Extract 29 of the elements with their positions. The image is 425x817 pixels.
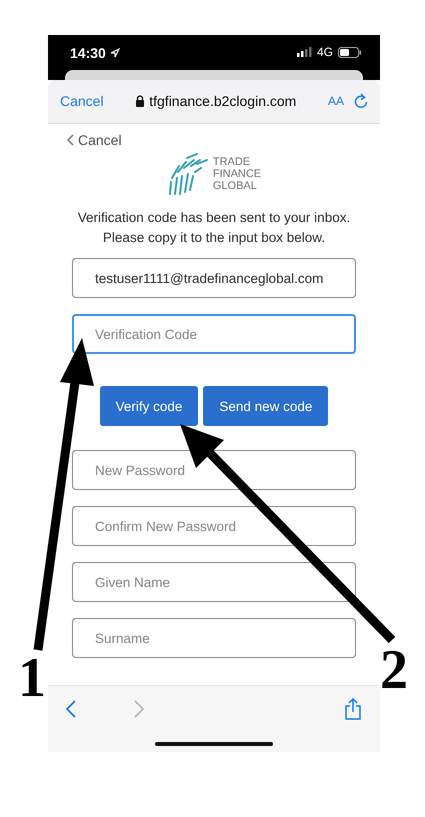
battery-icon <box>338 46 362 58</box>
url-text[interactable]: tfgfinance.b2clogin.com <box>149 93 296 109</box>
text-size-button[interactable]: AA <box>328 94 344 108</box>
share-icon[interactable] <box>344 698 362 720</box>
cancel-button[interactable]: Cancel <box>60 93 104 109</box>
logo-mark-icon <box>166 152 211 196</box>
signal-icon <box>296 47 312 57</box>
back-link[interactable]: Cancel <box>66 132 122 148</box>
input-field[interactable]: New Password <box>72 450 356 490</box>
location-icon <box>110 48 120 58</box>
input-field[interactable]: Surname <box>72 618 356 658</box>
send-new-code-button[interactable]: Send new code <box>203 386 328 426</box>
annotation-number: 2 <box>380 642 408 698</box>
logo-text: TRADE <box>212 156 252 168</box>
chevron-left-icon <box>66 134 74 146</box>
reload-icon[interactable] <box>354 93 368 109</box>
instruction-text: Verification code has been sent to your inbox. Please copy it to the input box below. <box>76 209 352 247</box>
input-field[interactable]: Confirm New Password <box>72 506 356 546</box>
logo-text: FINANCE <box>212 168 262 180</box>
back-icon[interactable] <box>66 700 76 718</box>
annotation-number: 1 <box>18 650 46 706</box>
email-field[interactable]: testuser1111@tradefinanceglobal.com <box>72 258 356 298</box>
verification-code-field[interactable]: Verification Code <box>72 314 356 354</box>
logo-text: GLOBAL <box>212 180 258 192</box>
network-label: 4G <box>316 45 333 59</box>
lock-icon <box>135 95 146 107</box>
verify-code-button[interactable]: Verify code <box>100 386 198 426</box>
input-field[interactable]: Given Name <box>72 562 356 602</box>
status-time: 14:30 <box>70 45 106 61</box>
